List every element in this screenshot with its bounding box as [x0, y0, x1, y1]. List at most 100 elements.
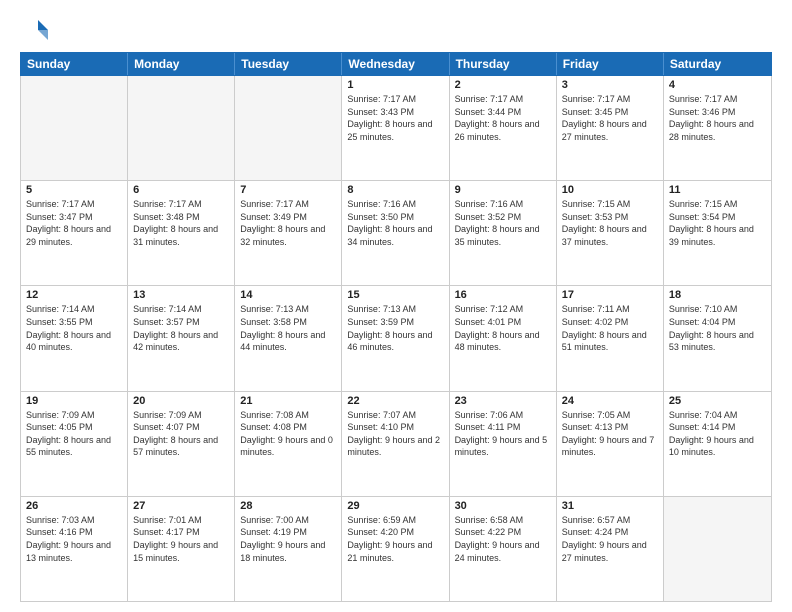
cell-info: Sunrise: 7:03 AMSunset: 4:16 PMDaylight:… [26, 514, 122, 564]
cal-cell-day-9: 9 Sunrise: 7:16 AMSunset: 3:52 PMDaylight… [450, 181, 557, 285]
cell-info: Sunrise: 7:17 AMSunset: 3:43 PMDaylight:… [347, 93, 443, 143]
cal-cell-empty [664, 497, 771, 601]
cal-cell-day-16: 16 Sunrise: 7:12 AMSunset: 4:01 PMDayligh… [450, 286, 557, 390]
calendar: SundayMondayTuesdayWednesdayThursdayFrid… [20, 52, 772, 602]
cal-header-sunday: Sunday [21, 53, 128, 75]
cal-cell-day-17: 17 Sunrise: 7:11 AMSunset: 4:02 PMDayligh… [557, 286, 664, 390]
cal-header-friday: Friday [557, 53, 664, 75]
calendar-body: 1 Sunrise: 7:17 AMSunset: 3:43 PMDaylight… [20, 76, 772, 602]
day-number: 7 [240, 184, 336, 196]
cell-info: Sunrise: 7:17 AMSunset: 3:45 PMDaylight:… [562, 93, 658, 143]
cell-info: Sunrise: 7:17 AMSunset: 3:47 PMDaylight:… [26, 198, 122, 248]
cell-info: Sunrise: 7:01 AMSunset: 4:17 PMDaylight:… [133, 514, 229, 564]
cal-cell-day-7: 7 Sunrise: 7:17 AMSunset: 3:49 PMDaylight… [235, 181, 342, 285]
cell-info: Sunrise: 7:13 AMSunset: 3:59 PMDaylight:… [347, 303, 443, 353]
day-number: 22 [347, 395, 443, 407]
cal-week-1: 1 Sunrise: 7:17 AMSunset: 3:43 PMDaylight… [21, 76, 771, 181]
cal-cell-day-15: 15 Sunrise: 7:13 AMSunset: 3:59 PMDayligh… [342, 286, 449, 390]
day-number: 31 [562, 500, 658, 512]
cal-cell-day-28: 28 Sunrise: 7:00 AMSunset: 4:19 PMDayligh… [235, 497, 342, 601]
cal-cell-day-6: 6Sunrise: 7:17 AMSunset: 3:48 PMDaylight… [128, 181, 235, 285]
day-number: 14 [240, 289, 336, 301]
cal-cell-day-24: 24Sunrise: 7:05 AMSunset: 4:13 PMDayligh… [557, 392, 664, 496]
cell-info: Sunrise: 7:00 AMSunset: 4:19 PMDaylight:… [240, 514, 336, 564]
cell-info: Sunrise: 6:58 AMSunset: 4:22 PMDaylight:… [455, 514, 551, 564]
cal-cell-day-4: 4 Sunrise: 7:17 AMSunset: 3:46 PMDaylight… [664, 76, 771, 180]
cell-info: Sunrise: 7:09 AMSunset: 4:05 PMDaylight:… [26, 409, 122, 459]
day-number: 27 [133, 500, 229, 512]
cell-info: Sunrise: 7:12 AMSunset: 4:01 PMDaylight:… [455, 303, 551, 353]
cal-cell-day-21: 21Sunrise: 7:08 AMSunset: 4:08 PMDayligh… [235, 392, 342, 496]
day-number: 4 [669, 79, 766, 91]
cell-info: Sunrise: 7:06 AMSunset: 4:11 PMDaylight:… [455, 409, 551, 459]
cal-cell-day-22: 22 Sunrise: 7:07 AMSunset: 4:10 PMDayligh… [342, 392, 449, 496]
day-number: 18 [669, 289, 766, 301]
cal-cell-day-31: 31 Sunrise: 6:57 AMSunset: 4:24 PMDayligh… [557, 497, 664, 601]
day-number: 8 [347, 184, 443, 196]
day-number: 20 [133, 395, 229, 407]
cal-header-saturday: Saturday [664, 53, 771, 75]
day-number: 23 [455, 395, 551, 407]
cal-cell-day-23: 23 Sunrise: 7:06 AMSunset: 4:11 PMDayligh… [450, 392, 557, 496]
cell-info: Sunrise: 7:17 AMSunset: 3:44 PMDaylight:… [455, 93, 551, 143]
cal-cell-day-5: 5 Sunrise: 7:17 AMSunset: 3:47 PMDaylight… [21, 181, 128, 285]
cal-cell-day-1: 1 Sunrise: 7:17 AMSunset: 3:43 PMDaylight… [342, 76, 449, 180]
day-number: 15 [347, 289, 443, 301]
day-number: 26 [26, 500, 122, 512]
cell-info: Sunrise: 7:15 AMSunset: 3:53 PMDaylight:… [562, 198, 658, 248]
cal-cell-day-12: 12 Sunrise: 7:14 AMSunset: 3:55 PMDayligh… [21, 286, 128, 390]
cell-info: Sunrise: 7:05 AMSunset: 4:13 PMDaylight:… [562, 409, 658, 459]
cell-info: Sunrise: 6:59 AMSunset: 4:20 PMDaylight:… [347, 514, 443, 564]
cal-cell-day-2: 2 Sunrise: 7:17 AMSunset: 3:44 PMDaylight… [450, 76, 557, 180]
page: SundayMondayTuesdayWednesdayThursdayFrid… [0, 0, 792, 612]
cal-week-4: 19 Sunrise: 7:09 AMSunset: 4:05 PMDayligh… [21, 392, 771, 497]
cal-cell-day-25: 25Sunrise: 7:04 AMSunset: 4:14 PMDayligh… [664, 392, 771, 496]
day-number: 6 [133, 184, 229, 196]
day-number: 9 [455, 184, 551, 196]
cal-cell-day-8: 8Sunrise: 7:16 AMSunset: 3:50 PMDaylight… [342, 181, 449, 285]
cell-info: Sunrise: 7:07 AMSunset: 4:10 PMDaylight:… [347, 409, 443, 459]
day-number: 11 [669, 184, 766, 196]
cal-cell-day-3: 3Sunrise: 7:17 AMSunset: 3:45 PMDaylight… [557, 76, 664, 180]
day-number: 1 [347, 79, 443, 91]
logo-icon [20, 16, 48, 44]
cell-info: Sunrise: 7:14 AMSunset: 3:57 PMDaylight:… [133, 303, 229, 353]
cell-info: Sunrise: 7:15 AMSunset: 3:54 PMDaylight:… [669, 198, 766, 248]
cal-header-tuesday: Tuesday [235, 53, 342, 75]
cell-info: Sunrise: 6:57 AMSunset: 4:24 PMDaylight:… [562, 514, 658, 564]
cell-info: Sunrise: 7:17 AMSunset: 3:46 PMDaylight:… [669, 93, 766, 143]
cal-cell-day-30: 30 Sunrise: 6:58 AMSunset: 4:22 PMDayligh… [450, 497, 557, 601]
day-number: 12 [26, 289, 122, 301]
cal-header-monday: Monday [128, 53, 235, 75]
cal-cell-day-11: 11 Sunrise: 7:15 AMSunset: 3:54 PMDayligh… [664, 181, 771, 285]
cell-info: Sunrise: 7:13 AMSunset: 3:58 PMDaylight:… [240, 303, 336, 353]
day-number: 28 [240, 500, 336, 512]
cal-cell-day-13: 13 Sunrise: 7:14 AMSunset: 3:57 PMDayligh… [128, 286, 235, 390]
calendar-header-row: SundayMondayTuesdayWednesdayThursdayFrid… [20, 52, 772, 76]
day-number: 17 [562, 289, 658, 301]
header [20, 16, 772, 44]
cal-cell-empty [21, 76, 128, 180]
day-number: 13 [133, 289, 229, 301]
cal-cell-day-10: 10 Sunrise: 7:15 AMSunset: 3:53 PMDayligh… [557, 181, 664, 285]
day-number: 19 [26, 395, 122, 407]
day-number: 25 [669, 395, 766, 407]
cell-info: Sunrise: 7:08 AMSunset: 4:08 PMDaylight:… [240, 409, 336, 459]
day-number: 10 [562, 184, 658, 196]
cell-info: Sunrise: 7:14 AMSunset: 3:55 PMDaylight:… [26, 303, 122, 353]
cal-header-wednesday: Wednesday [342, 53, 449, 75]
day-number: 5 [26, 184, 122, 196]
cell-info: Sunrise: 7:09 AMSunset: 4:07 PMDaylight:… [133, 409, 229, 459]
logo [20, 16, 52, 44]
cal-week-2: 5 Sunrise: 7:17 AMSunset: 3:47 PMDaylight… [21, 181, 771, 286]
cell-info: Sunrise: 7:17 AMSunset: 3:49 PMDaylight:… [240, 198, 336, 248]
cal-cell-day-27: 27 Sunrise: 7:01 AMSunset: 4:17 PMDayligh… [128, 497, 235, 601]
day-number: 29 [347, 500, 443, 512]
cell-info: Sunrise: 7:16 AMSunset: 3:52 PMDaylight:… [455, 198, 551, 248]
cal-cell-day-20: 20 Sunrise: 7:09 AMSunset: 4:07 PMDayligh… [128, 392, 235, 496]
day-number: 30 [455, 500, 551, 512]
cell-info: Sunrise: 7:11 AMSunset: 4:02 PMDaylight:… [562, 303, 658, 353]
day-number: 2 [455, 79, 551, 91]
cal-cell-day-14: 14 Sunrise: 7:13 AMSunset: 3:58 PMDayligh… [235, 286, 342, 390]
day-number: 16 [455, 289, 551, 301]
